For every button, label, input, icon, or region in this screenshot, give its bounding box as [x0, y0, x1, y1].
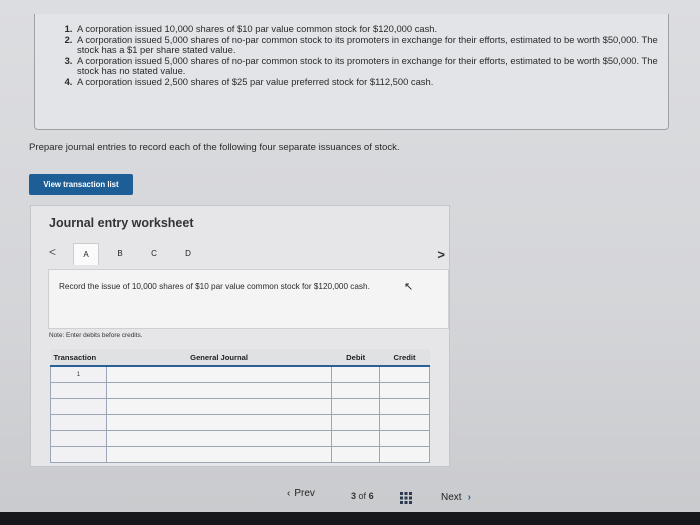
worksheet-title: Journal entry worksheet: [49, 216, 194, 230]
transaction-cell: [50, 381, 107, 399]
view-transaction-list-button[interactable]: View transaction list: [29, 174, 133, 195]
col-header-transaction: Transaction: [50, 349, 107, 367]
account-input[interactable]: [105, 365, 333, 383]
table-row: [50, 413, 430, 431]
credit-input[interactable]: [379, 365, 430, 383]
credit-input[interactable]: [379, 445, 430, 463]
chevron-right-icon: ›: [467, 492, 471, 503]
debit-input[interactable]: [331, 413, 381, 431]
journal-table: Transaction General Journal Debit Credit…: [50, 349, 430, 463]
transaction-cell: [50, 429, 107, 447]
transaction-number: 1: [50, 365, 107, 383]
chevron-left-icon: ‹: [287, 488, 291, 499]
problem-item-1: A corporation issued 10,000 shares of $1…: [75, 23, 658, 35]
problem-list: A corporation issued 10,000 shares of $1…: [61, 23, 658, 88]
prev-label: Prev: [294, 488, 315, 499]
tab-d[interactable]: D: [175, 243, 201, 265]
chevron-left-icon[interactable]: <: [49, 245, 56, 259]
col-header-debit: Debit: [331, 349, 380, 367]
chevron-right-icon[interactable]: >: [437, 247, 445, 262]
credit-input[interactable]: [379, 381, 430, 399]
account-input[interactable]: [105, 413, 333, 431]
table-row: 1: [50, 365, 430, 383]
transaction-tabs: < A B C D >: [45, 243, 445, 265]
problem-item-2: A corporation issued 5,000 shares of no-…: [75, 34, 658, 56]
transaction-cell: [50, 397, 107, 415]
tab-b[interactable]: B: [107, 243, 133, 265]
problem-item-3: A corporation issued 5,000 shares of no-…: [75, 55, 658, 77]
journal-entry-worksheet: Journal entry worksheet < A B C D > Reco…: [30, 205, 450, 467]
account-input[interactable]: [105, 381, 333, 399]
transaction-description: Record the issue of 10,000 shares of $10…: [59, 282, 370, 291]
credit-input[interactable]: [379, 397, 430, 415]
table-row: [50, 381, 430, 399]
grid-icon[interactable]: [400, 492, 412, 504]
transaction-description-box: Record the issue of 10,000 shares of $10…: [48, 269, 449, 329]
account-input[interactable]: [105, 429, 333, 447]
prev-button[interactable]: ‹ Prev: [287, 488, 315, 499]
page-indicator: 3 of 6: [351, 491, 374, 501]
account-input[interactable]: [105, 397, 333, 415]
tab-a[interactable]: A: [73, 243, 99, 265]
debit-input[interactable]: [331, 381, 381, 399]
debit-input[interactable]: [331, 429, 381, 447]
table-row: [50, 429, 430, 447]
debit-input[interactable]: [331, 365, 381, 383]
page-total: 6: [368, 491, 374, 501]
pagination-footer: ‹ Prev 3 of 6 Next ›: [0, 482, 700, 512]
problem-statement: A corporation issued 10,000 shares of $1…: [34, 14, 669, 130]
transaction-cell: [50, 413, 107, 431]
next-button[interactable]: Next ›: [441, 492, 471, 503]
problem-item-4: A corporation issued 2,500 shares of $25…: [75, 76, 658, 88]
account-input[interactable]: [105, 445, 333, 463]
page-of: of: [358, 491, 367, 501]
screen-bezel: [0, 512, 700, 525]
col-header-credit: Credit: [379, 349, 430, 367]
mouse-cursor-icon: ↖: [404, 281, 414, 293]
instruction-text: Prepare journal entries to record each o…: [29, 142, 400, 153]
tab-c[interactable]: C: [141, 243, 167, 265]
debit-input[interactable]: [331, 445, 381, 463]
debit-input[interactable]: [331, 397, 381, 415]
transaction-cell: [50, 445, 107, 463]
next-label: Next: [441, 492, 462, 503]
credit-input[interactable]: [379, 413, 430, 431]
entry-note: Note: Enter debits before credits.: [49, 332, 143, 339]
credit-input[interactable]: [379, 429, 430, 447]
col-header-general-journal: General Journal: [106, 349, 332, 367]
page-current: 3: [351, 491, 357, 501]
table-row: [50, 397, 430, 415]
table-row: [50, 445, 430, 463]
